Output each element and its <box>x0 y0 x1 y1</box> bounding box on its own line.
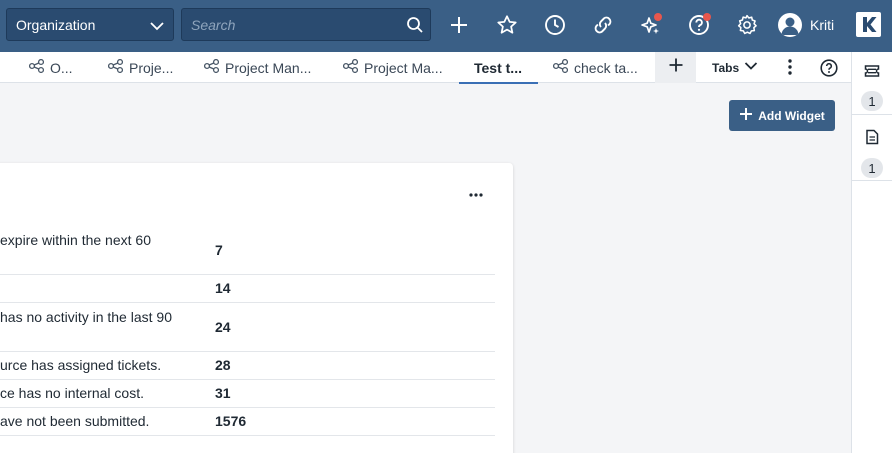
clock-icon[interactable] <box>542 12 568 38</box>
row-value: 7 <box>215 242 223 258</box>
table-row[interactable]: expire within the next 60 7 <box>0 225 495 275</box>
organization-select[interactable]: Organization <box>6 8 174 41</box>
notification-dot <box>703 13 711 21</box>
table-row[interactable]: ce has no internal cost. 31 <box>0 380 495 408</box>
row-label: ce has no internal cost. <box>0 385 144 401</box>
tab-check[interactable]: check ta... <box>552 52 638 83</box>
star-icon[interactable] <box>494 12 520 38</box>
search-icon[interactable] <box>406 16 424 39</box>
tab-project-management-1[interactable]: Project Man... <box>203 52 312 83</box>
tab-label: check ta... <box>574 59 638 76</box>
row-label: ave not been submitted. <box>0 413 150 429</box>
share-icon <box>203 58 220 76</box>
help-icon[interactable] <box>818 57 840 79</box>
search-box <box>181 8 431 41</box>
right-rail: 1 1 <box>851 52 892 453</box>
help-icon[interactable] <box>686 12 712 38</box>
chevron-down-icon <box>743 58 759 77</box>
row-value: 1576 <box>215 413 247 429</box>
divider <box>852 114 892 115</box>
rail-item-documents[interactable]: 1 <box>852 129 892 178</box>
notification-dot <box>654 13 662 21</box>
table-row[interactable]: urce has assigned tickets. 28 <box>0 352 495 380</box>
tab-label: Project Man... <box>225 59 312 76</box>
share-icon <box>107 58 124 76</box>
user-menu[interactable]: Kriti <box>778 12 834 38</box>
top-bar: Organization Kriti <box>0 0 892 52</box>
rail-item-tickets[interactable]: 1 <box>852 64 892 111</box>
table-row[interactable]: ave not been submitted. 1576 <box>0 408 495 436</box>
row-value: 31 <box>215 385 231 401</box>
row-label: urce has assigned tickets. <box>0 357 162 373</box>
tab-label: Test t... <box>474 59 522 76</box>
plus-icon <box>668 57 684 78</box>
share-icon <box>342 58 359 76</box>
tab-label: O... <box>50 59 73 76</box>
gear-icon[interactable] <box>734 12 760 38</box>
tab-bar: O... Proje... Project Man... Project Ma.… <box>0 52 851 84</box>
app-logo[interactable] <box>856 12 881 37</box>
row-label: has no activity in the last 90 <box>0 309 172 325</box>
sparkle-icon[interactable] <box>638 12 664 38</box>
share-icon <box>552 58 569 76</box>
plus-icon <box>739 107 753 124</box>
plus-icon[interactable] <box>446 12 472 38</box>
link-icon[interactable] <box>590 12 616 38</box>
count-badge: 1 <box>861 91 883 111</box>
search-input[interactable] <box>191 16 391 33</box>
table-row[interactable]: has no activity in the last 90 24 <box>0 303 495 352</box>
tab-label: Proje... <box>129 59 174 76</box>
ticket-icon <box>864 64 880 83</box>
row-value: 28 <box>215 357 231 373</box>
add-widget-button[interactable]: Add Widget <box>729 100 835 131</box>
add-widget-label: Add Widget <box>758 108 825 123</box>
user-name: Kriti <box>810 17 835 33</box>
tabs-menu-button[interactable]: Tabs <box>712 52 759 83</box>
tab-test[interactable]: Test t... <box>459 52 538 84</box>
more-options-icon[interactable] <box>780 57 800 77</box>
avatar <box>778 13 802 37</box>
widget-menu-icon[interactable] <box>466 185 486 205</box>
row-label: expire within the next 60 <box>0 232 151 248</box>
share-icon <box>28 58 45 76</box>
add-tab-button[interactable] <box>655 52 696 83</box>
tab-label: Project Ma... <box>364 59 443 76</box>
tab-o[interactable]: O... <box>28 52 73 83</box>
tabs-menu-label: Tabs <box>712 60 740 75</box>
table-row[interactable]: 14 <box>0 275 495 303</box>
row-value: 24 <box>215 319 231 335</box>
document-icon <box>865 129 879 150</box>
chevron-down-icon <box>149 18 165 37</box>
divider <box>852 180 892 181</box>
row-value: 14 <box>215 280 231 296</box>
tab-project-management-2[interactable]: Project Ma... <box>342 52 443 83</box>
tab-project-1[interactable]: Proje... <box>107 52 174 83</box>
count-badge: 1 <box>861 158 883 178</box>
organization-select-value: Organization <box>16 16 96 33</box>
